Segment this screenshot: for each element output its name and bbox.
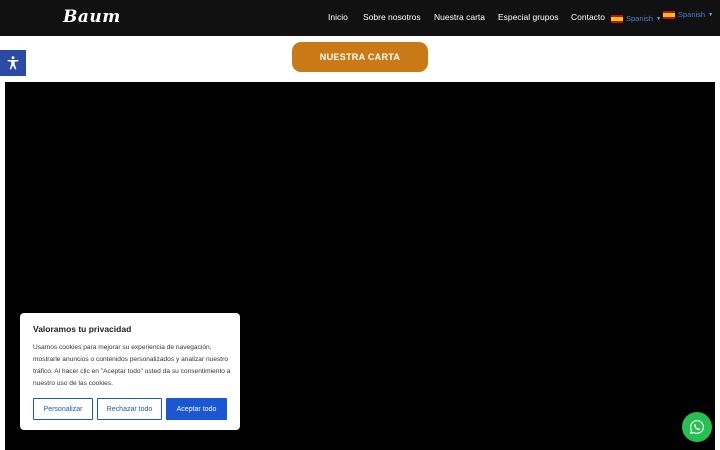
cookie-consent-banner: Valoramos tu privacidad Usamos cookies p…: [20, 313, 240, 430]
nav-especial-grupos[interactable]: Especial grupos: [498, 12, 558, 22]
caret-down-icon: ▼: [708, 11, 714, 18]
whatsapp-button[interactable]: [682, 412, 712, 442]
whatsapp-icon: [689, 420, 704, 435]
nav-contacto[interactable]: Contacto: [571, 12, 605, 22]
reject-all-cookies-button[interactable]: Rechazar todo: [97, 398, 162, 420]
language-selector[interactable]: Spanish ▼: [611, 14, 661, 23]
accessibility-button[interactable]: [0, 50, 26, 76]
cookie-description: Usamos cookies para mejorar su experienc…: [33, 344, 231, 387]
language-selector-secondary[interactable]: Spanish ▼: [663, 10, 713, 19]
language-label: Spanish: [626, 14, 654, 23]
site-header: Baum Inicio Sobre nosotros Nuestra carta…: [0, 0, 720, 36]
nav-inicio[interactable]: Inicio: [328, 12, 348, 22]
spain-flag-icon: [663, 10, 675, 19]
site-logo[interactable]: Baum: [63, 7, 121, 27]
nuestra-carta-button[interactable]: NUESTRA CARTA: [292, 42, 428, 72]
language-label: Spanish: [678, 10, 706, 19]
nav-sobre-nosotros[interactable]: Sobre nosotros: [363, 12, 421, 22]
customize-cookies-button[interactable]: Personalizar: [33, 398, 93, 420]
caret-down-icon: ▼: [656, 15, 662, 22]
spain-flag-icon: [611, 14, 623, 23]
accessibility-person-icon: [7, 56, 19, 70]
nav-nuestra-carta[interactable]: Nuestra carta: [434, 12, 485, 22]
cookie-title: Valoramos tu privacidad: [33, 324, 132, 334]
accept-all-cookies-button[interactable]: Aceptar todo: [166, 398, 227, 420]
